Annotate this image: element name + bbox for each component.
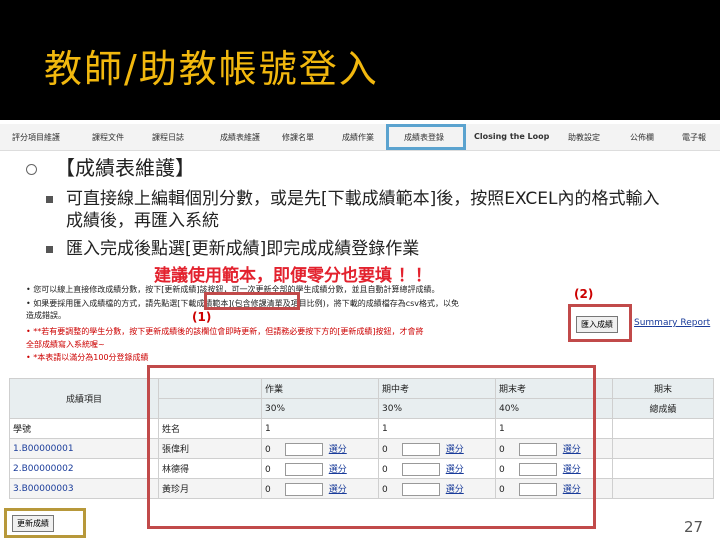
sub-bullet-1-text: 可直接線上編輯個別分數，或是先[下載成績範本]後，按照EXCEL內的格式輸入成績… <box>66 189 660 231</box>
total-label: 總成績 <box>612 398 714 419</box>
course-nav-bar: 評分項目維護 課程文件 課程日誌 成績表維護 修課名單 成績作業 成績表登錄 C… <box>0 124 720 151</box>
nav-item-bulletin[interactable]: 公佈欄 <box>630 132 654 143</box>
warning-text: 建議使用範本，即便零分也要填 ！！ <box>154 266 432 286</box>
main-bullet: 【成績表維護】 <box>26 152 195 181</box>
nav-item-log[interactable]: 課程日誌 <box>152 132 184 143</box>
nav-item-ta-settings[interactable]: 助教設定 <box>568 132 600 143</box>
slide-title-bar: 教師/助教帳號登入 <box>0 0 720 120</box>
download-template-highlight <box>204 292 300 310</box>
label-two: (2) <box>574 287 594 301</box>
col-item: 成績項目 <box>9 378 159 419</box>
score-edit-highlight <box>147 365 596 529</box>
sub-bullet-1: 可直接線上編輯個別分數，或是先[下載成績範本]後，按照EXCEL內的格式輸入成績… <box>46 188 676 232</box>
square-bullet-icon <box>46 196 53 203</box>
ring-bullet-icon <box>26 164 37 175</box>
sub-bullet-2: 匯入完成後點選[更新成績]即完成成績登錄作業 <box>46 238 420 260</box>
nav-item-grade-maint[interactable]: 成績表維護 <box>220 132 260 143</box>
update-grades-button[interactable]: 更新成績 <box>12 515 54 532</box>
note-3: 造成錯誤。 <box>26 311 66 320</box>
nav-item-roster[interactable]: 修課名單 <box>282 132 314 143</box>
nav-item-rubric[interactable]: 評分項目維護 <box>12 132 60 143</box>
nav-item-closing-loop[interactable]: Closing the Loop <box>474 132 549 141</box>
note-4: • **若有要調整的學生分數，按下更新成績後的該欄位會即時更新，但請務必要按下方… <box>26 327 424 336</box>
slide-title: 教師/助教帳號登入 <box>44 47 379 91</box>
square-bullet-icon <box>46 246 53 253</box>
nav-item-newsletter[interactable]: 電子報 <box>682 132 706 143</box>
label-one: (1) <box>192 310 212 324</box>
nav-item-documents[interactable]: 課程文件 <box>92 132 124 143</box>
note-6: • *本表請以滿分為100分登錄成績 <box>26 353 149 362</box>
page-number: 27 <box>684 518 704 536</box>
import-grades-button[interactable]: 匯入成績 <box>576 316 618 333</box>
nav-item-assignments[interactable]: 成績作業 <box>342 132 374 143</box>
summary-report-link[interactable]: Summary Report <box>634 318 710 328</box>
nav-highlight-box <box>386 124 466 150</box>
main-bullet-text: 【成績表維護】 <box>55 156 195 180</box>
sub-bullet-2-text: 匯入完成後點選[更新成績]即完成成績登錄作業 <box>66 239 420 259</box>
note-5: 全部成績寫入系統喔~ <box>26 340 105 349</box>
col-total: 期末 <box>612 378 714 399</box>
